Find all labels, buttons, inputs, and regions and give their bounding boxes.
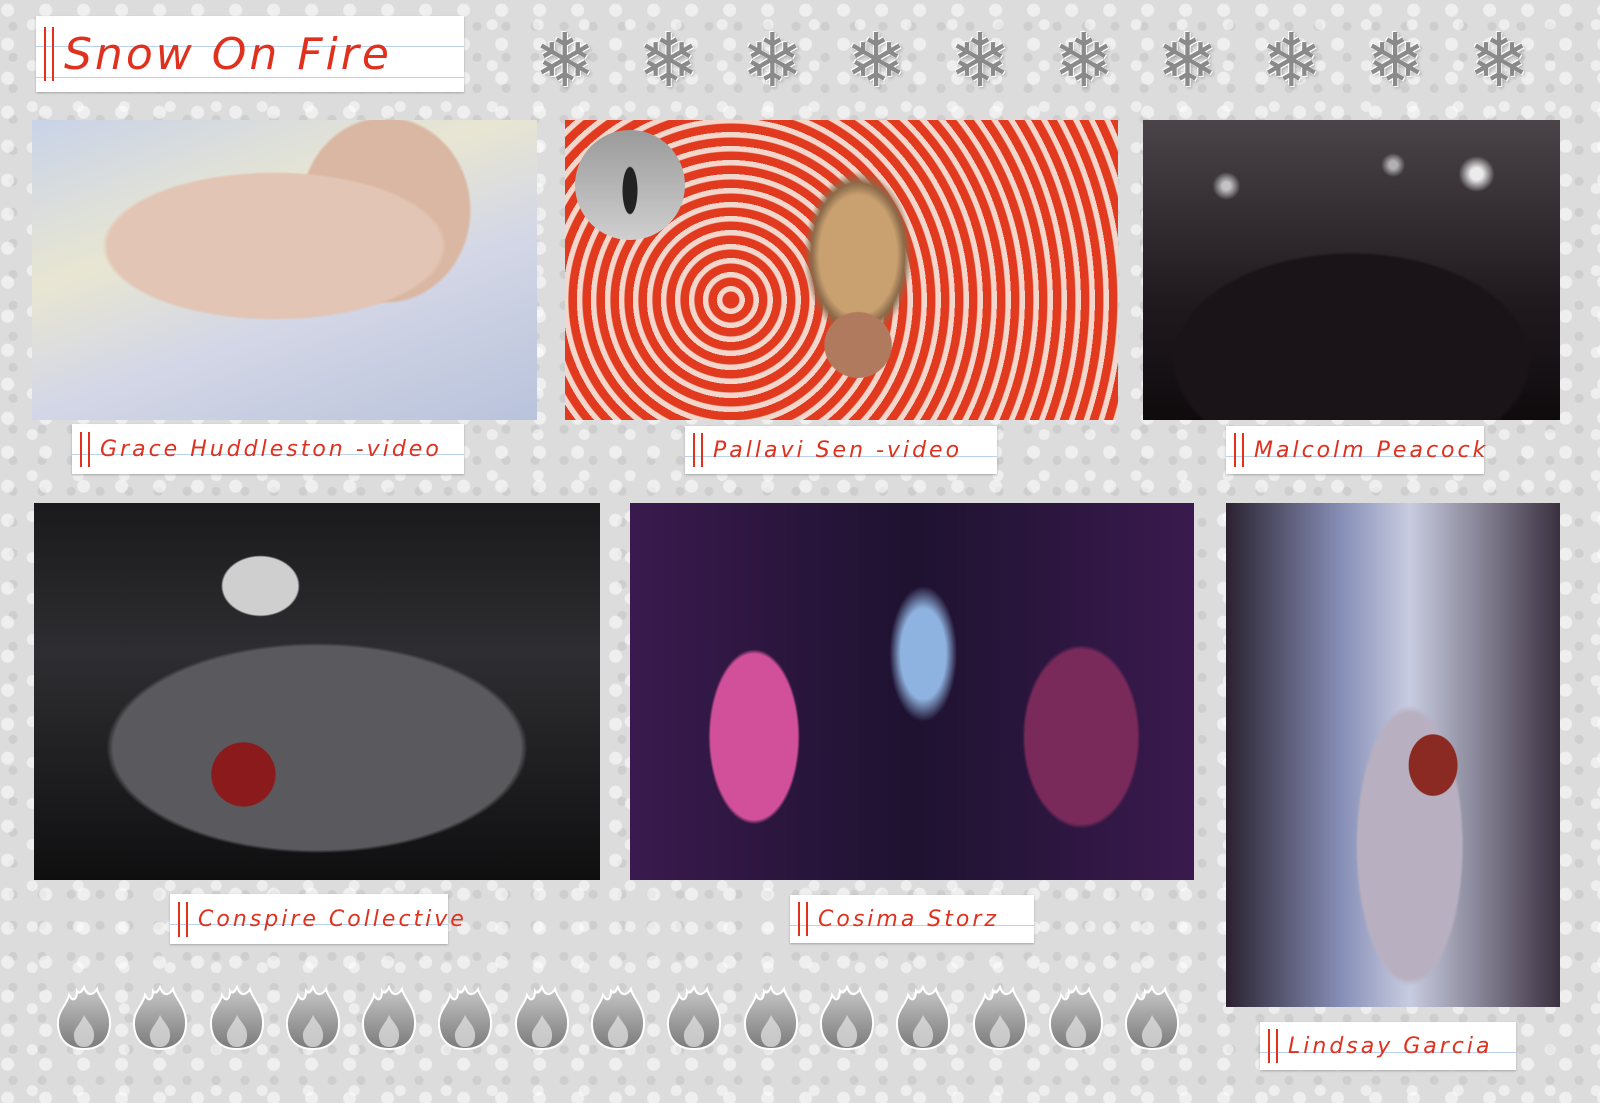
caption-text: Malcolm Peacock xyxy=(1254,437,1489,463)
fire-icon xyxy=(665,984,723,1051)
caption-margin-lines xyxy=(693,433,703,467)
fire-icon xyxy=(208,984,266,1051)
flame-row xyxy=(55,984,1199,1051)
snowflake-icon: ❄ xyxy=(1468,18,1531,104)
snowflake-icon: ❄ xyxy=(1364,18,1427,104)
fire-icon xyxy=(284,984,342,1051)
caption-pallavi-sen: Pallavi Sen -video xyxy=(685,426,997,474)
fire-icon xyxy=(360,984,418,1051)
snowflake-icon: ❄ xyxy=(637,18,700,104)
caption-text: Cosima Storz xyxy=(818,906,999,932)
snowflake-icon: ❄ xyxy=(533,18,596,104)
snowflake-icon: ❄ xyxy=(1260,18,1323,104)
caption-conspire-collective: Conspire Collective xyxy=(170,894,464,944)
caption-margin-lines xyxy=(178,901,188,937)
photo-pallavi-sen[interactable] xyxy=(565,120,1118,420)
title-margin-lines xyxy=(44,27,54,81)
fire-icon xyxy=(589,984,647,1051)
snowflake-icon: ❄ xyxy=(1156,18,1219,104)
photo-lindsay-garcia[interactable] xyxy=(1226,503,1560,1007)
fire-icon xyxy=(1047,984,1105,1051)
caption-grace-huddleston: Grace Huddleston -video xyxy=(72,424,464,474)
caption-cosima-storz: Cosima Storz xyxy=(790,895,1034,943)
fire-icon xyxy=(55,984,113,1051)
caption-margin-lines xyxy=(798,902,808,936)
snowflake-icon: ❄ xyxy=(949,18,1012,104)
photo-grace-huddleston[interactable] xyxy=(32,120,537,420)
fire-icon xyxy=(1123,984,1181,1051)
photo-conspire-collective[interactable] xyxy=(34,503,600,880)
caption-lindsay-garcia: Lindsay Garcia xyxy=(1260,1022,1516,1070)
fire-icon xyxy=(742,984,800,1051)
caption-text: Pallavi Sen -video xyxy=(713,437,963,463)
caption-text: Lindsay Garcia xyxy=(1288,1033,1493,1059)
snowflake-icon: ❄ xyxy=(741,18,804,104)
fire-icon xyxy=(818,984,876,1051)
fire-icon xyxy=(971,984,1029,1051)
snowflake-icon: ❄ xyxy=(1052,18,1115,104)
page-title-text: Snow On Fire xyxy=(64,28,392,80)
page-title: Snow On Fire xyxy=(36,16,464,92)
fire-icon xyxy=(436,984,494,1051)
caption-margin-lines xyxy=(1268,1029,1278,1063)
fire-icon xyxy=(894,984,952,1051)
caption-text: Grace Huddleston -video xyxy=(100,436,442,462)
caption-malcolm-peacock: Malcolm Peacock xyxy=(1226,426,1485,474)
photo-malcolm-peacock[interactable] xyxy=(1143,120,1560,420)
photo-cosima-storz[interactable] xyxy=(630,503,1194,880)
fire-icon xyxy=(513,984,571,1051)
snowflake-row: ❄ ❄ ❄ ❄ ❄ ❄ ❄ ❄ ❄ ❄ xyxy=(522,18,1542,104)
inset-video-circle xyxy=(575,130,685,240)
caption-text: Conspire Collective xyxy=(198,906,467,932)
caption-margin-lines xyxy=(1234,433,1244,467)
snowflake-icon: ❄ xyxy=(845,18,908,104)
fire-icon xyxy=(131,984,189,1051)
caption-margin-lines xyxy=(80,431,90,467)
